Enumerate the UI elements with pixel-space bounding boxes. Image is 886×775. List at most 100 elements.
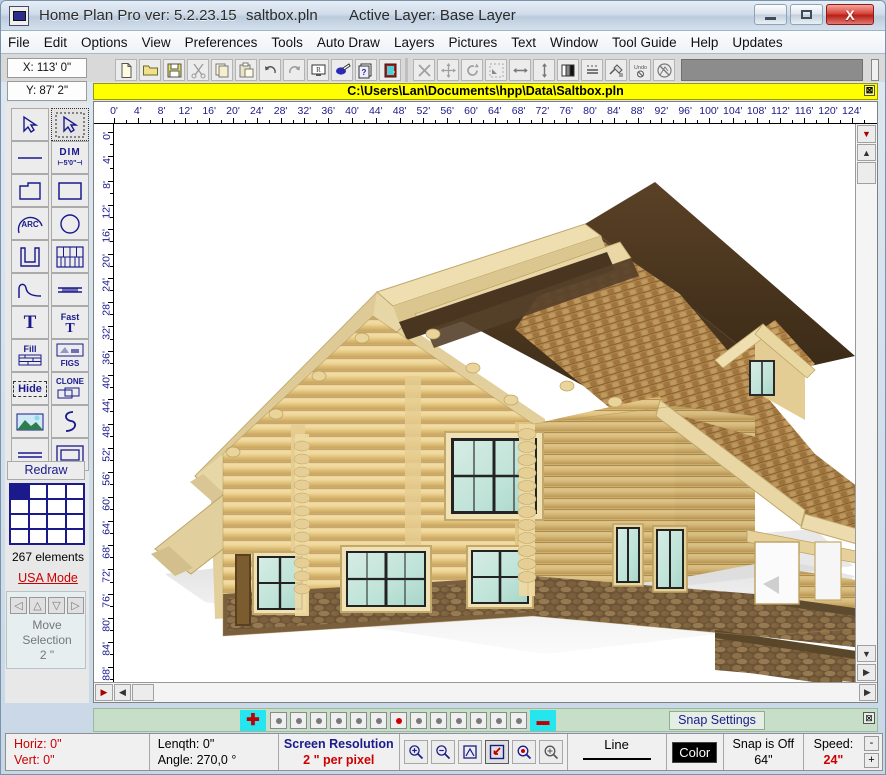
room-tool[interactable] xyxy=(11,240,49,273)
hide-tool[interactable]: Hide xyxy=(11,372,49,405)
close-button[interactable]: X xyxy=(826,4,874,25)
menu-item-tools[interactable]: Tools xyxy=(264,32,310,53)
menu-item-pictures[interactable]: Pictures xyxy=(441,32,504,53)
menu-item-edit[interactable]: Edit xyxy=(37,32,74,53)
color-swatch[interactable] xyxy=(47,529,66,544)
color-box[interactable]: Color xyxy=(667,734,724,770)
freehand-tool[interactable] xyxy=(51,405,89,438)
layers-lines-icon[interactable] xyxy=(581,59,603,81)
zoom-region-icon[interactable] xyxy=(512,740,536,764)
menu-item-view[interactable]: View xyxy=(135,32,178,53)
zoom-level-step[interactable] xyxy=(490,712,507,729)
double-line-tool[interactable] xyxy=(51,273,89,306)
zoom-level-step[interactable] xyxy=(450,712,467,729)
scroll-end-button[interactable]: ▶ xyxy=(857,664,876,681)
flip-vertical-icon[interactable] xyxy=(533,59,555,81)
color-swatch[interactable] xyxy=(66,514,85,529)
zoom-level-step[interactable] xyxy=(410,712,427,729)
zoom-out-icon[interactable] xyxy=(431,740,455,764)
menu-item-auto-draw[interactable]: Auto Draw xyxy=(310,32,387,53)
select-box-tool[interactable] xyxy=(51,108,89,141)
move-icon[interactable] xyxy=(437,59,459,81)
zoom-in-icon[interactable] xyxy=(404,740,428,764)
horizontal-scroll-thumb[interactable] xyxy=(132,684,154,701)
move-down-button[interactable]: ▽ xyxy=(48,597,65,614)
line-style-box[interactable]: Line xyxy=(568,734,667,770)
color-swatch[interactable] xyxy=(66,529,85,544)
zoom-level-step[interactable] xyxy=(470,712,487,729)
zoom-level-step[interactable] xyxy=(270,712,287,729)
rotate-icon[interactable] xyxy=(461,59,483,81)
color-swatch[interactable] xyxy=(47,499,66,514)
select-region-icon[interactable] xyxy=(485,59,507,81)
dimension-tool[interactable]: DIM⊢5'0"⊣ xyxy=(51,141,89,174)
zoom-level-step[interactable] xyxy=(310,712,327,729)
menu-item-help[interactable]: Help xyxy=(684,32,726,53)
open-icon[interactable] xyxy=(139,59,161,81)
zoom-level-step[interactable] xyxy=(510,712,527,729)
color-swatch[interactable] xyxy=(29,499,48,514)
scroll-down-button[interactable]: ▼ xyxy=(857,645,876,662)
vertical-scroll-thumb[interactable] xyxy=(857,162,876,184)
zoom-pan-icon[interactable] xyxy=(539,740,563,764)
color-swatch[interactable] xyxy=(29,514,48,529)
color-swatch[interactable] xyxy=(10,484,29,499)
menu-item-text[interactable]: Text xyxy=(504,32,543,53)
pointer-tool[interactable] xyxy=(11,108,49,141)
maximize-button[interactable] xyxy=(790,4,823,25)
vertical-scrollbar[interactable]: ▼ ▲ ▼ ▶ xyxy=(855,124,877,682)
menu-item-file[interactable]: File xyxy=(1,32,37,53)
delete-icon[interactable] xyxy=(413,59,435,81)
path-close-icon[interactable]: ⊠ xyxy=(864,85,875,96)
arc-tool[interactable]: ARC xyxy=(11,207,49,240)
scroll-marker-icon[interactable]: ▼ xyxy=(857,125,876,143)
zoom-level-step[interactable] xyxy=(430,712,447,729)
polygon-tool[interactable] xyxy=(11,174,49,207)
clone-tool[interactable]: CLONE xyxy=(51,372,89,405)
zoom-out-end-button[interactable]: ▬ xyxy=(530,710,556,731)
menu-item-options[interactable]: Options xyxy=(74,32,135,53)
rectangle-tool[interactable] xyxy=(51,174,89,207)
color-swatch[interactable] xyxy=(66,499,85,514)
cut-icon[interactable] xyxy=(187,59,209,81)
menu-item-tool-guide[interactable]: Tool Guide xyxy=(605,32,684,53)
zoomstrip-close-icon[interactable]: ⊠ xyxy=(863,712,875,724)
color-swatch[interactable] xyxy=(10,529,29,544)
picture-tool[interactable] xyxy=(11,405,49,438)
copy-icon[interactable] xyxy=(211,59,233,81)
zoom-level-step[interactable] xyxy=(290,712,307,729)
color-swatch[interactable] xyxy=(29,529,48,544)
zoom-level-step[interactable] xyxy=(370,712,387,729)
text-tool[interactable]: T xyxy=(11,306,49,339)
measure-icon[interactable] xyxy=(605,59,627,81)
menu-item-preferences[interactable]: Preferences xyxy=(178,32,265,53)
speed-increment-button[interactable]: + xyxy=(864,753,879,768)
color-swatch[interactable] xyxy=(47,514,66,529)
usa-mode-link[interactable]: USA Mode xyxy=(6,571,90,585)
wall-fill-icon[interactable] xyxy=(557,59,579,81)
save-icon[interactable] xyxy=(163,59,185,81)
fast-text-tool[interactable]: FastT xyxy=(51,306,89,339)
color-swatch[interactable] xyxy=(47,484,66,499)
horizontal-scrollbar[interactable]: ▶ ◀ ▶ xyxy=(94,682,877,702)
line-tool[interactable] xyxy=(11,141,49,174)
circle-tool[interactable] xyxy=(51,207,89,240)
door-icon[interactable] xyxy=(379,59,401,81)
snap-settings-button[interactable]: Snap Settings xyxy=(669,711,765,730)
speed-decrement-button[interactable]: - xyxy=(864,736,879,751)
move-up-button[interactable]: △ xyxy=(29,597,46,614)
redraw-button[interactable]: Redraw xyxy=(7,461,85,480)
scroll-up-button[interactable]: ▲ xyxy=(857,144,876,161)
scroll-left-button[interactable]: ◀ xyxy=(114,684,131,701)
zoom-level-current[interactable] xyxy=(390,712,407,729)
undo-icon[interactable] xyxy=(259,59,281,81)
undo-disable-icon[interactable]: Undo xyxy=(629,59,651,81)
menu-item-layers[interactable]: Layers xyxy=(387,32,442,53)
figures-tool[interactable]: FIGS xyxy=(51,339,89,372)
color-swatch[interactable] xyxy=(29,484,48,499)
scroll-right-button[interactable]: ▶ xyxy=(859,684,876,701)
menu-item-updates[interactable]: Updates xyxy=(725,32,789,53)
menu-item-window[interactable]: Window xyxy=(543,32,605,53)
color-swatch[interactable] xyxy=(10,514,29,529)
color-swatch[interactable] xyxy=(10,499,29,514)
